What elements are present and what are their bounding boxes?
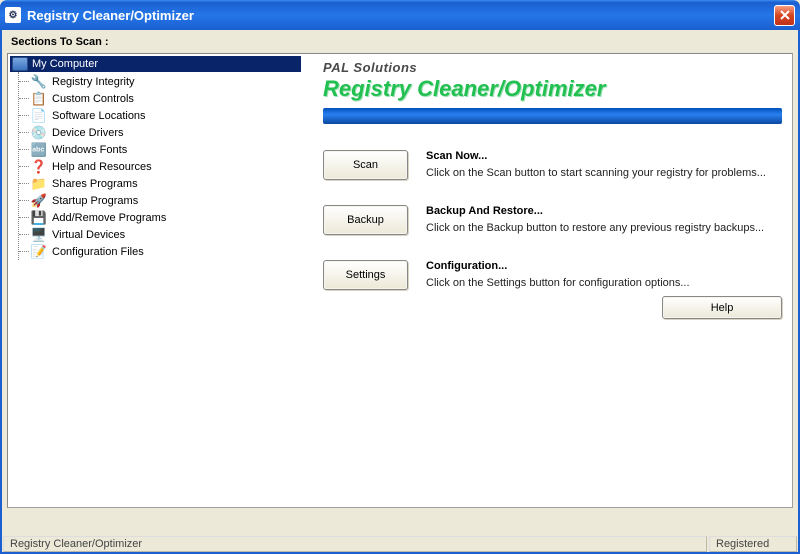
titlebar: ⚙ Registry Cleaner/Optimizer [0,0,800,30]
backup-text: Backup And Restore... Click on the Backu… [426,205,782,236]
tree-item-label: Software Locations [52,110,146,122]
tree-item-icon: 💾 [31,210,47,226]
action-row-scan: Scan Scan Now... Click on the Scan butto… [323,150,782,181]
right-panel: PAL Solutions Registry Cleaner/Optimizer… [303,54,792,507]
sidebar-heading: Sections To Scan : [7,32,793,53]
status-left: Registry Cleaner/Optimizer [3,536,707,552]
tree-item-icon: 🔤 [31,142,47,158]
tree-item[interactable]: 🔤 Windows Fonts [19,141,301,158]
backup-desc: Click on the Backup button to restore an… [426,221,772,236]
tree-item[interactable]: ❓ Help and Resources [19,158,301,175]
app-icon: ⚙ [5,7,21,23]
tree-root[interactable]: My Computer [10,56,301,72]
tree-item-label: Registry Integrity [52,76,135,88]
tree-item-label: Help and Resources [52,161,152,173]
scan-desc: Click on the Scan button to start scanni… [426,166,772,181]
decorative-bar [323,108,782,124]
tree-item-label: Device Drivers [52,127,124,139]
scan-button[interactable]: Scan [323,150,408,180]
backup-button[interactable]: Backup [323,205,408,235]
tree-item[interactable]: 📄 Software Locations [19,107,301,124]
tree-root-label: My Computer [32,58,98,70]
tree-item-label: Custom Controls [52,93,134,105]
settings-text: Configuration... Click on the Settings b… [426,260,782,291]
tree-item-icon: 📁 [31,176,47,192]
tree-item-icon: 🖥️ [31,227,47,243]
tree-item[interactable]: 📁 Shares Programs [19,175,301,192]
main-panel: My Computer 🔧 Registry Integrity 📋 Custom C… [7,53,793,508]
help-button[interactable]: Help [662,296,782,319]
backup-title: Backup And Restore... [426,205,772,217]
computer-icon [12,57,28,71]
tree-item[interactable]: 🖥️ Virtual Devices [19,226,301,243]
settings-title: Configuration... [426,260,772,272]
close-icon [780,10,790,20]
tree-item[interactable]: 📋 Custom Controls [19,90,301,107]
scan-title: Scan Now... [426,150,772,162]
tree-view[interactable]: My Computer 🔧 Registry Integrity 📋 Custom C… [8,54,303,507]
tree-item[interactable]: 📝 Configuration Files [19,243,301,260]
action-row-backup: Backup Backup And Restore... Click on th… [323,205,782,236]
statusbar: Registry Cleaner/Optimizer Registered [0,536,800,554]
window-title: Registry Cleaner/Optimizer [27,8,774,23]
tree-item-label: Shares Programs [52,178,138,190]
settings-desc: Click on the Settings button for configu… [426,276,772,291]
tree-item[interactable]: 💿 Device Drivers [19,124,301,141]
status-right: Registered [709,536,797,552]
tree-item-label: Virtual Devices [52,229,125,241]
tree-item-icon: 🚀 [31,193,47,209]
brand-big: Registry Cleaner/Optimizer [323,76,782,102]
brand-small: PAL Solutions [323,60,782,75]
tree-item-icon: 💿 [31,125,47,141]
scan-text: Scan Now... Click on the Scan button to … [426,150,782,181]
action-row-settings: Settings Configuration... Click on the S… [323,260,782,291]
tree-item[interactable]: 🚀 Startup Programs [19,192,301,209]
help-button-wrap: Help [662,296,782,319]
tree-item-label: Windows Fonts [52,144,127,156]
tree-item-label: Configuration Files [52,246,144,258]
tree-item-icon: 📝 [31,244,47,260]
tree-item-icon: 🔧 [31,74,47,90]
tree-item[interactable]: 💾 Add/Remove Programs [19,209,301,226]
tree-item-icon: 📋 [31,91,47,107]
tree-item-icon: ❓ [31,159,47,175]
settings-button[interactable]: Settings [323,260,408,290]
tree-item-label: Startup Programs [52,195,138,207]
tree-item-icon: 📄 [31,108,47,124]
close-button[interactable] [774,5,795,26]
tree-children: 🔧 Registry Integrity 📋 Custom Controls 📄 Soft… [18,72,301,260]
tree-item[interactable]: 🔧 Registry Integrity [19,73,301,90]
tree-item-label: Add/Remove Programs [52,212,166,224]
window-body: Sections To Scan : My Computer 🔧 Registry… [0,30,800,536]
